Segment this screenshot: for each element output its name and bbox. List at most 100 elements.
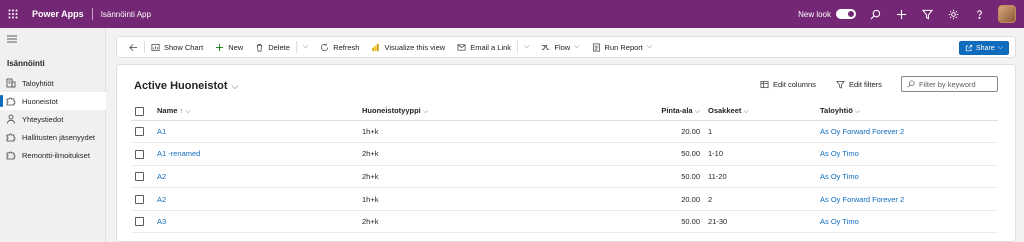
- row-select-cell: [131, 142, 153, 166]
- column-header-shares[interactable]: Osakkeet ⌵: [704, 102, 816, 121]
- run-report-button[interactable]: Run Report ⌵: [586, 36, 659, 58]
- company-link[interactable]: As Oy Forward Forever 2: [820, 127, 904, 136]
- edit-columns-button[interactable]: Edit columns: [760, 80, 816, 89]
- header-actions: New look: [798, 0, 1016, 28]
- delete-button[interactable]: Delete: [249, 36, 296, 58]
- gear-icon[interactable]: [946, 7, 960, 21]
- email-link-label: Email a Link: [470, 42, 512, 52]
- record-name-link[interactable]: A3: [157, 217, 166, 226]
- column-header-type[interactable]: Huoneistotyyppi ⌵: [358, 102, 648, 121]
- chevron-down-icon: ⌵: [185, 107, 191, 115]
- edit-filters-button[interactable]: Edit filters: [836, 80, 882, 89]
- row-select-cell: [131, 165, 153, 189]
- arrow-left-icon: [129, 43, 138, 51]
- app-launcher-icon[interactable]: [0, 0, 26, 28]
- column-header-company[interactable]: Taloyhtiö ⌵: [816, 102, 998, 121]
- edit-columns-label: Edit columns: [773, 80, 816, 89]
- chevron-down-icon: ⌵: [694, 107, 700, 115]
- record-name-link[interactable]: A1 -renamed: [157, 149, 200, 158]
- type-cell: 2h+k: [358, 210, 648, 234]
- table-row[interactable]: A1 1h+k 20.00 1 As Oy Forward Forever 2: [131, 120, 998, 144]
- records-table: Name ↑ ⌵ Huoneistotyyppi ⌵ Pinta-ala ⌵ O…: [131, 102, 998, 234]
- sidebar-nav: Taloyhtiöt Huoneistot Yhteystiedot Halli…: [0, 74, 106, 164]
- column-header-area[interactable]: Pinta-ala ⌵: [648, 102, 704, 121]
- chevron-down-icon: ⌵: [997, 44, 1003, 51]
- table-row[interactable]: A1 -renamed 2h+k 50.00 1-10 As Oy Timo: [131, 142, 998, 166]
- sidebar-item-label: Taloyhtiöt: [22, 78, 54, 88]
- report-icon: [592, 43, 600, 51]
- visualize-button[interactable]: Visualize this view: [365, 36, 451, 58]
- table-row[interactable]: A2 1h+k 20.00 2 As Oy Forward Forever 2: [131, 187, 998, 211]
- sidebar-item-label: Huoneistot: [22, 96, 58, 106]
- company-link[interactable]: As Oy Timo: [820, 217, 859, 226]
- refresh-icon: [321, 43, 329, 51]
- chevron-down-icon: ⌵: [574, 43, 580, 50]
- company-link[interactable]: As Oy Timo: [820, 172, 859, 181]
- run-report-label: Run Report: [604, 42, 643, 52]
- row-checkbox[interactable]: [135, 172, 144, 182]
- grid-panel: Active Huoneistot ⌵ Edit columns Edit fi…: [116, 64, 1016, 242]
- app-name[interactable]: Isännöinti App: [93, 10, 151, 19]
- view-selector[interactable]: Active Huoneistot ⌵: [134, 80, 238, 92]
- toggle-switch[interactable]: [836, 9, 856, 19]
- puzzle-icon: [6, 97, 16, 106]
- row-checkbox[interactable]: [135, 194, 144, 204]
- new-look-toggle[interactable]: New look: [798, 9, 856, 19]
- share-button[interactable]: Share ⌵: [959, 41, 1009, 55]
- plus-icon[interactable]: [894, 7, 908, 21]
- show-chart-label: Show Chart: [164, 42, 204, 52]
- shares-cell: 1-10: [704, 142, 816, 166]
- table-row[interactable]: A2 2h+k 50.00 11-20 As Oy Timo: [131, 165, 998, 189]
- chevron-down-icon: ⌵: [524, 43, 530, 50]
- search-icon[interactable]: [868, 7, 882, 21]
- edit-filters-label: Edit filters: [849, 80, 882, 89]
- more-delete-chevron[interactable]: ⌵: [297, 36, 314, 58]
- new-button[interactable]: New: [209, 36, 249, 58]
- top-bar: Power Apps Isännöinti App New look: [0, 0, 1024, 28]
- share-icon: [965, 44, 973, 52]
- email-link-button[interactable]: Email a Link: [451, 36, 517, 58]
- sidebar-item-yhteystiedot[interactable]: Yhteystiedot: [0, 110, 106, 128]
- shares-cell: 21-30: [704, 210, 816, 234]
- flow-button[interactable]: Flow ⌵: [535, 36, 585, 58]
- company-link[interactable]: As Oy Timo: [820, 149, 859, 158]
- row-checkbox[interactable]: [135, 149, 144, 159]
- sidebar-item-hallitusten-jasenyydet[interactable]: Hallitusten jäsenyydet: [0, 128, 106, 146]
- avatar[interactable]: [998, 5, 1016, 23]
- show-chart-button[interactable]: Show Chart: [145, 36, 209, 58]
- flow-label: Flow: [554, 42, 571, 52]
- select-all-checkbox[interactable]: [135, 106, 144, 116]
- table-row[interactable]: A3 2h+k 50.00 21-30 As Oy Timo: [131, 210, 998, 234]
- puzzle-icon: [6, 133, 16, 142]
- area-cell: 20.00: [648, 120, 704, 144]
- row-checkbox[interactable]: [135, 127, 144, 137]
- company-link[interactable]: As Oy Forward Forever 2: [820, 195, 904, 204]
- row-checkbox[interactable]: [135, 217, 144, 227]
- back-button[interactable]: [123, 36, 144, 58]
- sidebar-item-taloyhtiot[interactable]: Taloyhtiöt: [0, 74, 106, 92]
- refresh-button[interactable]: Refresh: [314, 36, 365, 58]
- record-name-link[interactable]: A1: [157, 127, 166, 136]
- hamburger-menu-icon[interactable]: [6, 33, 18, 45]
- sort-ascending-icon: ↑: [179, 107, 184, 115]
- shares-cell: 1: [704, 120, 816, 144]
- sidebar-item-remontti-ilmoitukset[interactable]: Remontti-ilmoitukset: [0, 146, 106, 164]
- visualize-label: Visualize this view: [384, 42, 446, 52]
- record-name-link[interactable]: A2: [157, 172, 166, 181]
- more-email-chevron[interactable]: ⌵: [518, 36, 535, 58]
- trash-icon: [257, 43, 263, 51]
- sidebar-item-label: Hallitusten jäsenyydet: [22, 132, 95, 142]
- sidebar-item-label: Remontti-ilmoitukset: [22, 150, 90, 160]
- area-cell: 50.00: [648, 142, 704, 166]
- chevron-down-icon: ⌵: [302, 43, 309, 50]
- filter-search-input[interactable]: Filter by keyword: [901, 76, 998, 92]
- filter-icon[interactable]: [920, 7, 934, 21]
- sidebar-section-title: Isännöinti: [7, 59, 45, 68]
- brand-name[interactable]: Power Apps: [26, 9, 92, 19]
- column-header-name[interactable]: Name ↑ ⌵: [153, 102, 358, 121]
- email-link-icon: [457, 43, 466, 51]
- sidebar-item-huoneistot[interactable]: Huoneistot: [0, 92, 106, 110]
- help-icon[interactable]: [972, 7, 986, 21]
- refresh-label: Refresh: [333, 42, 360, 52]
- record-name-link[interactable]: A2: [157, 195, 166, 204]
